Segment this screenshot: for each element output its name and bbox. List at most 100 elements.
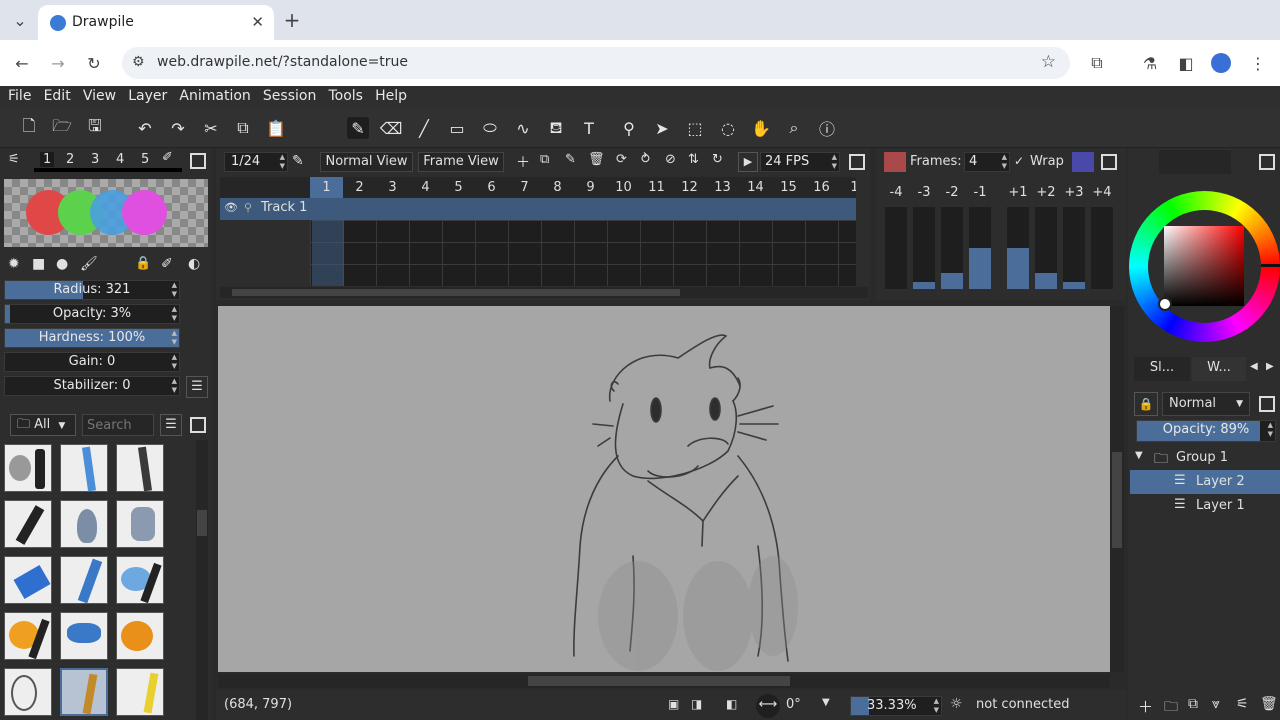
redo-frame-icon[interactable]: ↻ bbox=[712, 152, 723, 167]
menu-file[interactable]: File bbox=[4, 86, 35, 104]
visibility-eye-icon[interactable]: 👁 bbox=[224, 201, 238, 214]
float-dock-icon[interactable] bbox=[190, 153, 206, 169]
frame-number[interactable]: 9 bbox=[574, 177, 607, 198]
onion-frames-spin-icon[interactable]: ▲ ▼ bbox=[1002, 153, 1007, 171]
frame-number[interactable]: 4 bbox=[409, 177, 442, 198]
menu-layer[interactable]: Layer bbox=[124, 86, 171, 104]
stabilizer-field[interactable]: Stabilizer: 0 ▲ ▼ bbox=[4, 376, 180, 396]
brush-preset-oil-blue[interactable] bbox=[60, 612, 108, 660]
lock-view-icon[interactable]: ▣ bbox=[668, 697, 679, 711]
timeline-grid[interactable] bbox=[310, 220, 856, 286]
radius-slider[interactable]: Radius: 321 ▲ ▼ bbox=[4, 280, 180, 300]
onion-below-color-swatch[interactable] bbox=[884, 152, 906, 172]
edit-key-icon[interactable]: ✎ bbox=[565, 152, 576, 167]
frame-number[interactable]: 1 bbox=[310, 177, 343, 198]
layer-row-selected[interactable]: ☰ Layer 2 bbox=[1130, 470, 1280, 494]
onion-float-icon[interactable] bbox=[1101, 154, 1117, 170]
stabilizer-spin-icon[interactable]: ▲ ▼ bbox=[172, 377, 177, 395]
tab-scroll-left-icon[interactable]: ◀ bbox=[1250, 361, 1258, 372]
canvas-vscrollbar[interactable] bbox=[1110, 306, 1124, 672]
brush-preset-hatch-pencil[interactable] bbox=[116, 668, 164, 716]
brush-preset-sketch-spiral[interactable] bbox=[4, 668, 52, 716]
inspector-icon[interactable]: ⓘ bbox=[816, 117, 838, 139]
onion-above-color-swatch[interactable] bbox=[1072, 152, 1094, 172]
frame-spin-icon[interactable]: ▲ ▼ bbox=[280, 153, 285, 171]
frame-number[interactable]: 3 bbox=[376, 177, 409, 198]
swap-icon[interactable]: ⇅ bbox=[688, 152, 699, 167]
eraser-slot-icon[interactable]: ✐ bbox=[162, 150, 173, 165]
menu-tools[interactable]: Tools bbox=[324, 86, 367, 104]
rotation-dropdown-icon[interactable]: ▼ bbox=[822, 697, 830, 708]
onion-opacity-slider[interactable] bbox=[1063, 207, 1085, 289]
color-float-icon[interactable] bbox=[1259, 154, 1275, 170]
drawing-canvas[interactable] bbox=[218, 306, 1110, 672]
color-wheel[interactable] bbox=[1129, 191, 1280, 342]
onion-opacity-slider[interactable] bbox=[1035, 207, 1057, 289]
line-tool-icon[interactable]: ╱ bbox=[413, 117, 435, 139]
brush-preset-pencil-blue[interactable] bbox=[60, 444, 108, 492]
zoom-spinbox[interactable]: 33.33% ▲ ▼ bbox=[850, 696, 942, 716]
close-tab-icon[interactable]: ✕ bbox=[251, 13, 264, 31]
onion-opacity-slider[interactable] bbox=[941, 207, 963, 289]
add-group-icon[interactable]: 🗀 bbox=[1164, 696, 1178, 720]
browser-tab[interactable]: Drawpile ✕ bbox=[38, 5, 274, 40]
zoom-icon[interactable]: ⌕ bbox=[783, 117, 805, 139]
forward-icon[interactable]: → bbox=[44, 49, 72, 77]
brush-preset-smudge[interactable] bbox=[116, 500, 164, 548]
frame-number[interactable]: 11 bbox=[640, 177, 673, 198]
pan-hand-icon[interactable]: ✋ bbox=[750, 117, 772, 139]
onion-opacity-slider[interactable] bbox=[1007, 207, 1029, 289]
color-picker-handle[interactable] bbox=[1158, 297, 1172, 311]
frame-number[interactable]: 14 bbox=[739, 177, 772, 198]
menu-view[interactable]: View bbox=[79, 86, 120, 104]
site-info-icon[interactable]: ⚙ bbox=[132, 54, 145, 70]
eraser-icon[interactable]: ⌫ bbox=[380, 117, 403, 139]
brush-preset-watercolor-orange[interactable] bbox=[4, 612, 52, 660]
duplicate-layer-icon[interactable]: ⧉ bbox=[1188, 696, 1198, 712]
brush-preset-ink-pen[interactable] bbox=[4, 500, 52, 548]
onion-opacity-slider[interactable] bbox=[885, 207, 907, 289]
wrap-checkbox[interactable]: ✓ bbox=[1014, 154, 1024, 168]
delete-layer-icon[interactable]: 🗑 bbox=[1260, 696, 1278, 712]
brush-list-scrollbar[interactable] bbox=[196, 440, 208, 720]
fps-spinbox[interactable]: 24 FPS ▲ ▼ bbox=[760, 152, 840, 172]
frame-number[interactable]: 16 bbox=[805, 177, 838, 198]
brush-preset-watercolor-blue[interactable] bbox=[116, 556, 164, 604]
open-file-icon[interactable]: 🗁 bbox=[51, 116, 73, 139]
round-pixel-brush-icon[interactable]: ✹ bbox=[8, 256, 20, 272]
tab-slider-panel[interactable]: Sl... bbox=[1134, 357, 1190, 381]
text-tool-icon[interactable]: T bbox=[578, 117, 600, 139]
frame-number[interactable]: 7 bbox=[508, 177, 541, 198]
track-frames-row[interactable] bbox=[310, 198, 856, 220]
loop-icon[interactable]: ⥁ bbox=[641, 152, 650, 167]
onion-skin-icon[interactable]: ⚲ bbox=[244, 201, 252, 214]
round-soft-brush-icon[interactable]: ● bbox=[56, 256, 68, 272]
frame-number[interactable]: 10 bbox=[607, 177, 640, 198]
layer-properties-icon[interactable]: ⚟ bbox=[1236, 696, 1249, 712]
normal-view-button[interactable]: Normal View bbox=[320, 152, 413, 172]
mypaint-brush-icon[interactable]: 🖌 bbox=[80, 256, 98, 272]
blend-mode-dropdown[interactable]: Normal ▼ bbox=[1162, 392, 1250, 416]
layers-float-icon[interactable] bbox=[1259, 396, 1275, 412]
copy-icon[interactable]: ⧉ bbox=[232, 117, 254, 139]
frame-spinbox[interactable]: 1/24 ▲ ▼ bbox=[224, 152, 288, 172]
bookmark-star-icon[interactable]: ☆ bbox=[1041, 52, 1056, 72]
hardness-spin-icon[interactable]: ▲ ▼ bbox=[172, 329, 177, 347]
add-layer-icon[interactable]: ＋ bbox=[1138, 696, 1153, 717]
brush-preset-marker[interactable] bbox=[4, 444, 52, 492]
brush-slot-2[interactable]: 2 bbox=[66, 152, 74, 167]
hardness-slider[interactable]: Hardness: 100% ▲ ▼ bbox=[4, 328, 180, 348]
save-icon[interactable]: 🖫 bbox=[84, 116, 106, 139]
frame-number[interactable]: 6 bbox=[475, 177, 508, 198]
square-brush-icon[interactable]: ■ bbox=[32, 256, 45, 272]
fps-spin-icon[interactable]: ▲ ▼ bbox=[832, 153, 837, 171]
frame-number[interactable]: 12 bbox=[673, 177, 706, 198]
select-layer-icon[interactable]: ➤ bbox=[651, 117, 673, 139]
gain-spin-icon[interactable]: ▲ ▼ bbox=[172, 353, 177, 371]
flip-view-icon[interactable]: ◨ bbox=[691, 697, 702, 711]
frame-view-button[interactable]: Frame View bbox=[418, 152, 504, 172]
brush-preset-selected-charcoal[interactable] bbox=[60, 668, 108, 716]
play-button[interactable]: ▶ bbox=[738, 152, 758, 172]
blend-mode-icon[interactable]: ◐ bbox=[188, 256, 200, 272]
fill-tool-icon[interactable]: ⛾ bbox=[545, 117, 567, 139]
